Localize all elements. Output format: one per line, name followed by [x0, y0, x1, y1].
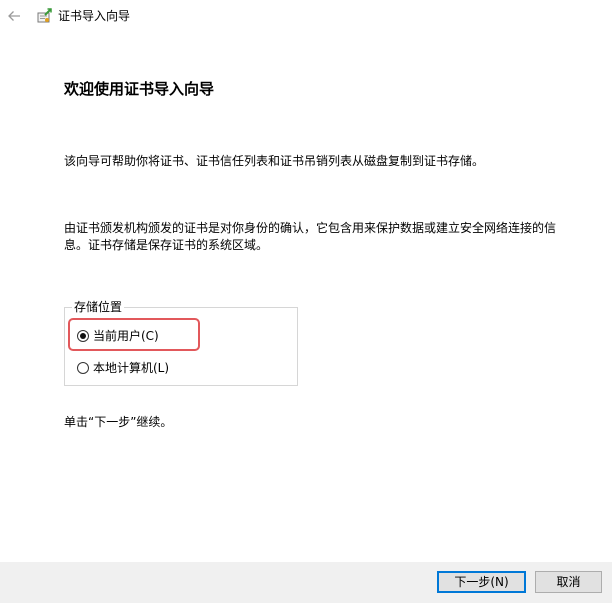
radio-local-machine-label: 本地计算机(L)	[93, 361, 170, 375]
radio-current-user[interactable]: 当前用户(C)	[77, 327, 159, 345]
continue-hint: 单击“下一步”继续。	[64, 415, 173, 429]
page-heading: 欢迎使用证书导入向导	[64, 80, 215, 98]
certificate-wizard-icon	[37, 8, 53, 24]
window-title: 证书导入向导	[58, 9, 131, 23]
intro-text: 该向导可帮助你将证书、证书信任列表和证书吊销列表从磁盘复制到证书存储。	[64, 154, 485, 168]
certificate-import-wizard-window: 证书导入向导 欢迎使用证书导入向导 该向导可帮助你将证书、证书信任列表和证书吊销…	[0, 0, 612, 603]
radio-local-machine[interactable]: 本地计算机(L)	[77, 359, 169, 377]
description-text: 由证书颁发机构颁发的证书是对你身份的确认，它包含用来保护数据或建立安全网络连接的…	[64, 221, 557, 252]
radio-button-unchecked[interactable]	[77, 362, 89, 374]
cancel-button[interactable]: 取消	[535, 571, 602, 593]
store-location-legend: 存储位置	[72, 300, 125, 315]
radio-current-user-label: 当前用户(C)	[93, 329, 159, 343]
title-bar: 证书导入向导	[0, 0, 612, 32]
back-arrow-icon[interactable]	[5, 7, 23, 25]
next-button[interactable]: 下一步(N)	[437, 571, 526, 593]
radio-button-checked[interactable]	[77, 330, 89, 342]
